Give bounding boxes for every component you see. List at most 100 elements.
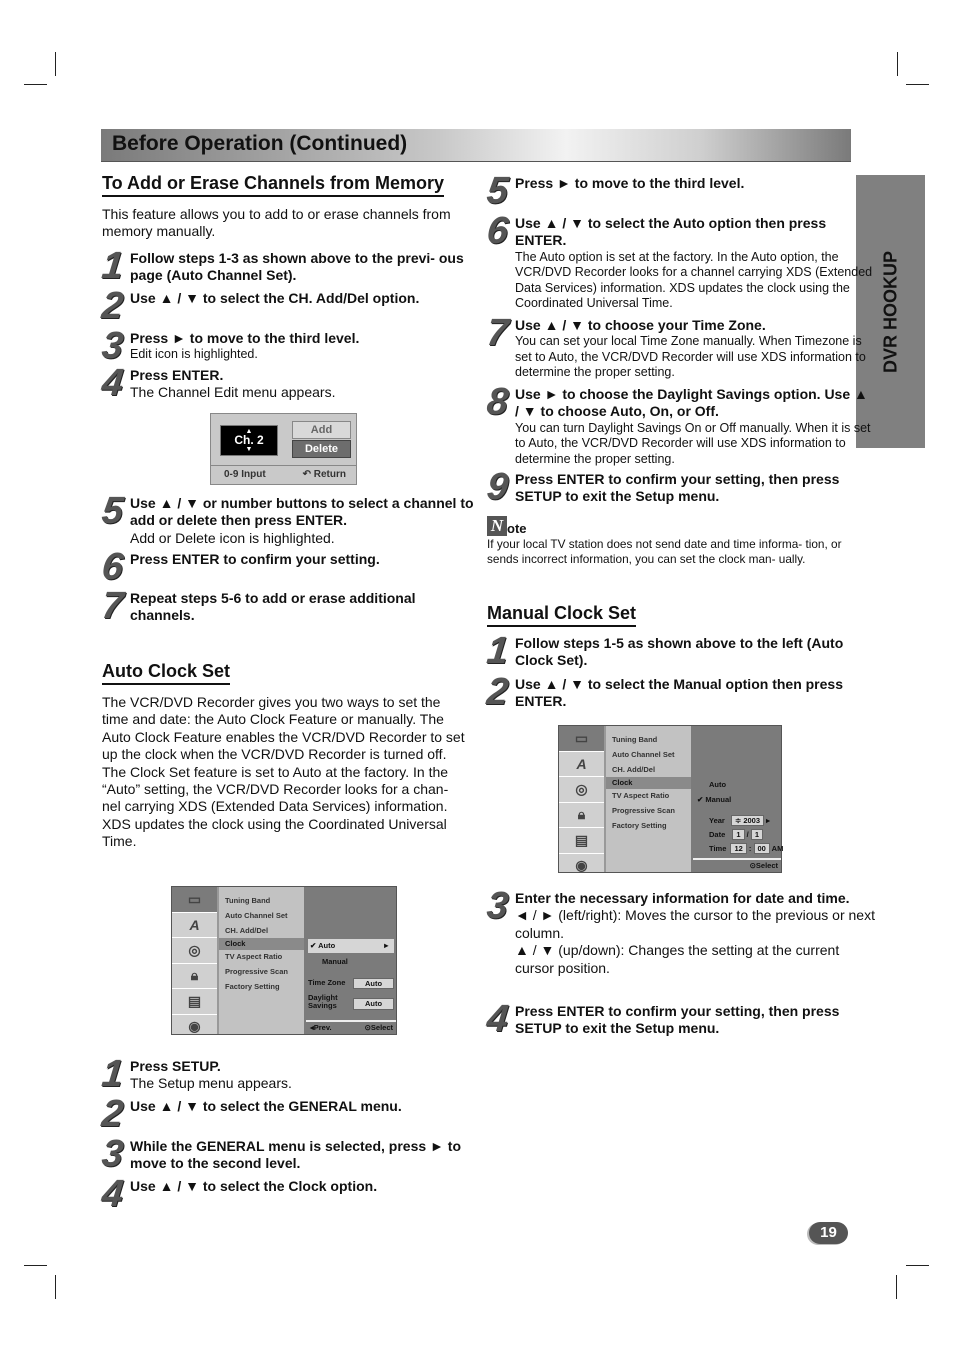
step-instruction: Use ▲ / ▼ or number buttons to select a … bbox=[130, 495, 474, 529]
auto-clock-step: 1 Press SETUP. The Setup menu appears. bbox=[100, 1053, 495, 1095]
step-number: 9 bbox=[484, 466, 510, 508]
auto-clock-step: 8 Use ► to choose the Daylight Savings o… bbox=[485, 381, 875, 467]
crop-mark bbox=[896, 1275, 897, 1299]
audio-icon[interactable]: ◎ bbox=[559, 777, 604, 803]
return-hint: ↶ Return bbox=[303, 469, 346, 480]
option-manual[interactable]: ✔ Manual bbox=[695, 795, 779, 804]
page-title-bar: Before Operation (Continued) bbox=[101, 129, 851, 162]
menu-item-ch-add-del[interactable]: CH. Add/Del bbox=[606, 763, 691, 778]
add-button[interactable]: Add bbox=[292, 421, 351, 439]
check-icon: ✔ bbox=[310, 941, 317, 950]
channel-selector[interactable]: ▲ Ch. 2 ▼ bbox=[220, 425, 278, 456]
menu-item-auto-channel-set[interactable]: Auto Channel Set bbox=[606, 748, 691, 763]
audio-icon[interactable]: ◎ bbox=[172, 938, 217, 964]
step-instruction: Use ▲ / ▼ to select the CH. Add/Del opti… bbox=[130, 290, 420, 306]
date-separator: / bbox=[746, 830, 749, 839]
menu-item-tv-aspect-ratio[interactable]: TV Aspect Ratio bbox=[606, 789, 691, 804]
channel-value: Ch. 2 bbox=[234, 433, 264, 447]
menu-item-tuning-band[interactable]: Tuning Band bbox=[606, 733, 691, 748]
language-icon[interactable]: A bbox=[559, 752, 604, 777]
disc-icon[interactable]: ◉ bbox=[559, 854, 604, 879]
delete-button[interactable]: Delete bbox=[292, 440, 351, 458]
channel-edit-footer: 0-9 Input ↶ Return bbox=[211, 465, 356, 484]
step-number: 7 bbox=[484, 312, 510, 354]
film-icon[interactable]: ▤ bbox=[559, 828, 604, 854]
menu-item-ch-add-del[interactable]: CH. Add/Del bbox=[219, 924, 304, 939]
menu-footer: ⊙Select bbox=[693, 858, 781, 872]
select-hint: ⊙Select bbox=[364, 1023, 393, 1032]
menu-item-clock[interactable]: Clock bbox=[219, 938, 304, 951]
page-title: Before Operation (Continued) bbox=[112, 132, 408, 155]
daylight-value[interactable]: Auto bbox=[353, 998, 394, 1010]
option-auto[interactable]: ✔ Auto ► bbox=[308, 939, 394, 953]
time-hour[interactable]: 12 bbox=[730, 843, 747, 854]
auto-clock-step: 6 Use ▲ / ▼ to select the Auto option th… bbox=[484, 210, 875, 311]
step-instruction: Repeat steps 5-6 to add or erase additio… bbox=[130, 590, 416, 624]
add-erase-step: 4 Press ENTER. The Channel Edit menu app… bbox=[100, 362, 468, 404]
menu-item-tuning-band[interactable]: Tuning Band bbox=[219, 894, 304, 909]
year-value[interactable]: ≑ 2003 bbox=[730, 815, 765, 826]
step-number: 6 bbox=[484, 210, 510, 252]
menu-item-auto-channel-set[interactable]: Auto Channel Set bbox=[219, 909, 304, 924]
auto-clock-step: 3 While the GENERAL menu is selected, pr… bbox=[100, 1133, 475, 1175]
auto-clock-step: 5 Press ► to move to the third level. bbox=[485, 170, 875, 212]
down-arrow-icon: ▼ bbox=[245, 446, 253, 453]
step-detail: Add or Delete icon is highlighted. bbox=[130, 529, 335, 546]
tv-general-icon[interactable]: ▭ bbox=[172, 887, 217, 913]
menu-item-clock[interactable]: Clock bbox=[606, 777, 691, 790]
step-instruction: Press ► to move to the third level. bbox=[130, 330, 360, 346]
step-number: 6 bbox=[99, 546, 125, 588]
step-instruction: Press ► to move to the third level. bbox=[515, 175, 745, 191]
date-month[interactable]: 1 bbox=[732, 829, 745, 840]
input-hint: 0-9 Input bbox=[224, 469, 266, 480]
setup-menu-manual: ▭ A ◎ 🔒︎ ▤ ◉ Tuning Band Auto Channel Se… bbox=[558, 725, 784, 873]
setup-menu-auto: ▭ A ◎ 🔒︎ ▤ ◉ Tuning Band Auto Channel Se… bbox=[171, 886, 397, 1035]
date-day[interactable]: 1 bbox=[750, 829, 763, 840]
step-instruction: Press SETUP. bbox=[130, 1058, 221, 1074]
menu-footer: ◂Prev. ⊙Select bbox=[306, 1020, 396, 1034]
add-erase-section: To Add or Erase Channels from Memory Thi… bbox=[102, 173, 467, 241]
step-number: 7 bbox=[99, 585, 125, 627]
menu-item-factory-setting[interactable]: Factory Setting bbox=[219, 980, 304, 995]
time-minute[interactable]: 00 bbox=[753, 843, 770, 854]
tv-general-icon[interactable]: ▭ bbox=[559, 726, 604, 752]
add-erase-step: 1 Follow steps 1-3 as shown above to the… bbox=[100, 245, 468, 287]
manual-clock-step: 1 Follow steps 1-5 as shown above to the… bbox=[485, 630, 860, 672]
menu-item-factory-setting[interactable]: Factory Setting bbox=[606, 819, 691, 834]
section-tab-label: DVR HOOKUP bbox=[880, 250, 900, 373]
lock-icon[interactable]: 🔒︎ bbox=[559, 803, 604, 828]
add-erase-heading: To Add or Erase Channels from Memory bbox=[102, 173, 445, 197]
step-instruction: Use ► to choose the Daylight Savings opt… bbox=[515, 386, 868, 420]
am-pm[interactable]: AM bbox=[772, 844, 784, 853]
note-label: ote bbox=[507, 521, 527, 536]
time-label: Time bbox=[709, 844, 727, 853]
manual-clock-step: 4 Press ENTER to confirm your setting, t… bbox=[485, 998, 860, 1040]
language-icon[interactable]: A bbox=[172, 913, 217, 938]
year-label: Year bbox=[709, 816, 725, 825]
return-icon: ↶ bbox=[302, 469, 311, 480]
disc-icon[interactable]: ◉ bbox=[172, 1015, 217, 1040]
film-icon[interactable]: ▤ bbox=[172, 989, 217, 1015]
menu-item-tv-aspect-ratio[interactable]: TV Aspect Ratio bbox=[219, 950, 304, 965]
crop-mark bbox=[24, 1265, 47, 1266]
menu-item-progressive-scan[interactable]: Progressive Scan bbox=[606, 804, 691, 819]
auto-clock-step: 2 Use ▲ / ▼ to select the GENERAL menu. bbox=[100, 1093, 495, 1135]
note-text: If your local TV station does not send d… bbox=[487, 537, 842, 567]
up-arrow-icon: ▲ bbox=[245, 428, 253, 435]
menu-icon-column: ▭ A ◎ 🔒︎ ▤ ◉ bbox=[172, 887, 219, 1034]
time-zone-value[interactable]: Auto bbox=[353, 978, 394, 989]
step-number: 3 bbox=[99, 325, 125, 367]
auto-clock-step: 7 Use ▲ / ▼ to choose your Time Zone. Yo… bbox=[484, 312, 875, 381]
time-zone-label: Time Zone bbox=[308, 978, 346, 987]
return-label: Return bbox=[313, 469, 346, 480]
step-instruction: Follow steps 1-5 as shown above to the l… bbox=[515, 635, 844, 669]
prev-hint: ◂Prev. bbox=[310, 1023, 332, 1032]
lock-icon[interactable]: 🔒︎ bbox=[172, 964, 217, 989]
menu-item-progressive-scan[interactable]: Progressive Scan bbox=[219, 965, 304, 980]
option-auto[interactable]: Auto bbox=[695, 780, 779, 789]
crop-mark bbox=[55, 1275, 56, 1299]
step-number: 5 bbox=[484, 170, 510, 212]
manual-clock-section: Manual Clock Set bbox=[487, 603, 849, 627]
option-manual[interactable]: Manual bbox=[308, 957, 394, 966]
step-detail: The Channel Edit menu appears. bbox=[130, 384, 336, 401]
